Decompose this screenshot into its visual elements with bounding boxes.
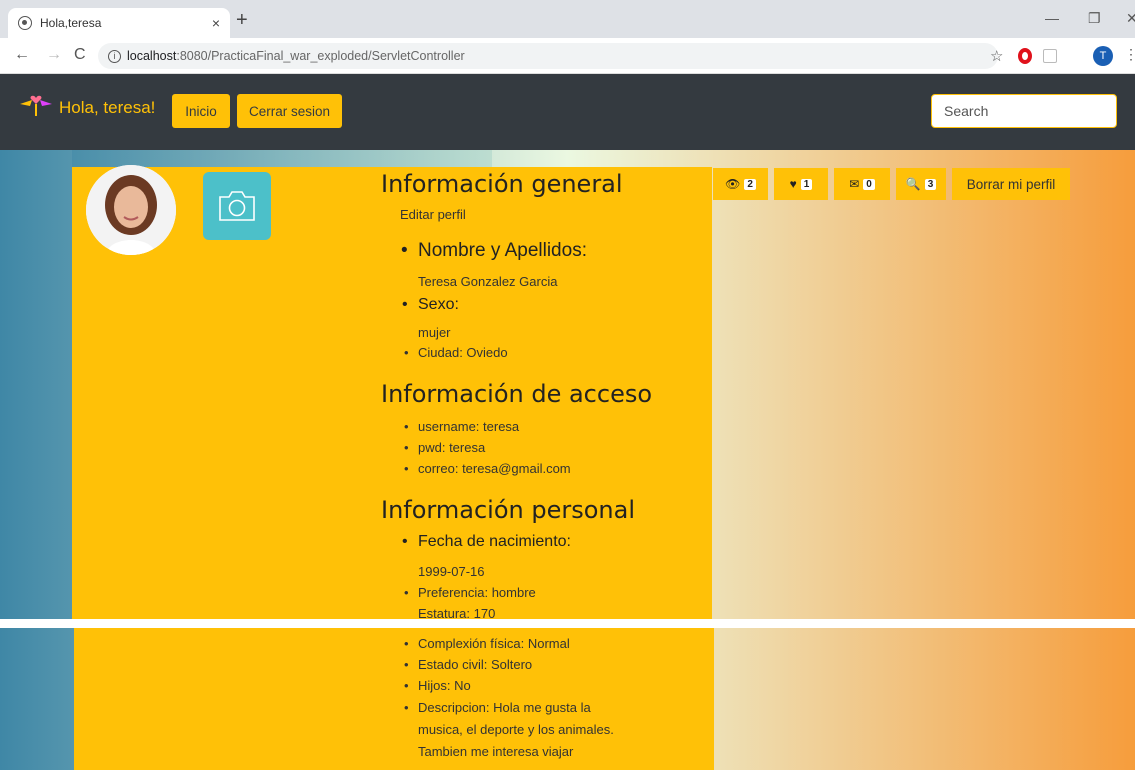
views-count: 2 (744, 178, 756, 190)
url-path: :8080/PracticaFinal_war_exploded/Servlet… (176, 49, 465, 63)
new-tab-button[interactable]: + (236, 10, 248, 30)
personal-info-heading: Información personal (381, 496, 635, 524)
profile-avatar[interactable]: T (1093, 46, 1113, 66)
info-icon[interactable]: i (108, 49, 121, 63)
app-navbar: Hola, teresa! Inicio Cerrar sesion Searc… (0, 74, 1135, 150)
url-host: localhost (127, 49, 177, 63)
password-item: pwd: teresa (404, 440, 485, 455)
description-line-3: Tambien me interesa viajar (418, 744, 574, 759)
edit-profile-link[interactable]: Editar perfil (400, 207, 466, 222)
build-item: Complexión física: Normal (404, 636, 570, 651)
inicio-button[interactable]: Inicio (172, 94, 230, 128)
reload-icon[interactable]: C (74, 46, 86, 64)
browser-tab[interactable]: Hola,teresa × (8, 8, 230, 38)
search-icon: 🔍 (905, 177, 921, 191)
views-badge[interactable]: 👁 2 (713, 168, 768, 200)
forward-icon[interactable]: → (46, 46, 62, 64)
hearts-logo-icon (20, 95, 52, 116)
menu-icon[interactable]: ⋮ (1124, 46, 1135, 63)
birth-value: 1999-07-16 (418, 564, 485, 579)
city-item: Ciudad: Oviedo (404, 345, 508, 360)
address-bar: ← → C i localhost:8080/PracticaFinal_war… (0, 38, 1135, 74)
email-item: correo: teresa@gmail.com (404, 461, 571, 476)
back-icon[interactable]: ← (14, 46, 30, 64)
messages-badge[interactable]: ✉ 0 (834, 168, 890, 200)
messages-count: 0 (863, 178, 875, 190)
children-item: Hijos: No (404, 678, 471, 693)
access-info-heading: Información de acceso (381, 380, 653, 408)
marital-item: Estado civil: Soltero (404, 657, 532, 672)
eye-icon: 👁 (725, 177, 741, 191)
brand-greeting[interactable]: Hola, teresa! (59, 98, 155, 118)
sex-heading: Sexo: (402, 296, 459, 314)
profile-photo (86, 165, 176, 255)
heart-icon: ♥ (789, 177, 797, 191)
globe-icon (18, 16, 32, 30)
description-line-2: musica, el deporte y los animales. (418, 722, 614, 737)
restore-icon[interactable]: ❐ (1088, 10, 1101, 27)
page-divider (0, 619, 1135, 628)
minimize-icon[interactable]: — (1045, 10, 1059, 26)
camera-icon (219, 191, 255, 221)
searches-count: 3 (924, 178, 937, 190)
profile-panel-continued (74, 628, 714, 770)
name-heading: Nombre y Apellidos: (401, 240, 587, 262)
general-info-heading: Información general (381, 170, 623, 198)
delete-profile-button[interactable]: Borrar mi perfil (952, 168, 1070, 200)
search-input[interactable]: Search (931, 94, 1117, 128)
tab-close-icon[interactable]: × (212, 15, 220, 31)
username-item: username: teresa (404, 419, 519, 434)
sex-value: mujer (418, 325, 451, 340)
tab-title: Hola,teresa (40, 16, 102, 30)
cerrar-sesion-button[interactable]: Cerrar sesion (237, 94, 342, 128)
preference-item: Preferencia: hombre (404, 585, 536, 600)
likes-badge[interactable]: ♥ 1 (774, 168, 828, 200)
close-window-icon[interactable]: ✕ (1126, 10, 1135, 27)
height-item: Estatura: 170 (418, 606, 495, 619)
opera-extension-icon[interactable] (1018, 48, 1032, 64)
bookmark-star-icon[interactable]: ☆ (990, 47, 1003, 65)
extension-icon[interactable] (1043, 49, 1057, 63)
envelope-icon: ✉ (849, 177, 860, 191)
url-field[interactable]: i localhost:8080/PracticaFinal_war_explo… (98, 43, 998, 69)
likes-count: 1 (800, 178, 813, 190)
upload-photo-button[interactable] (203, 172, 271, 240)
searches-badge[interactable]: 🔍 3 (896, 168, 946, 200)
browser-tab-bar: Hola,teresa × + — ❐ ✕ (0, 0, 1135, 38)
birth-heading: Fecha de nacimiento: (402, 533, 571, 551)
name-value: Teresa Gonzalez Garcia (418, 274, 558, 289)
description-item: Descripcion: Hola me gusta la (404, 700, 591, 715)
